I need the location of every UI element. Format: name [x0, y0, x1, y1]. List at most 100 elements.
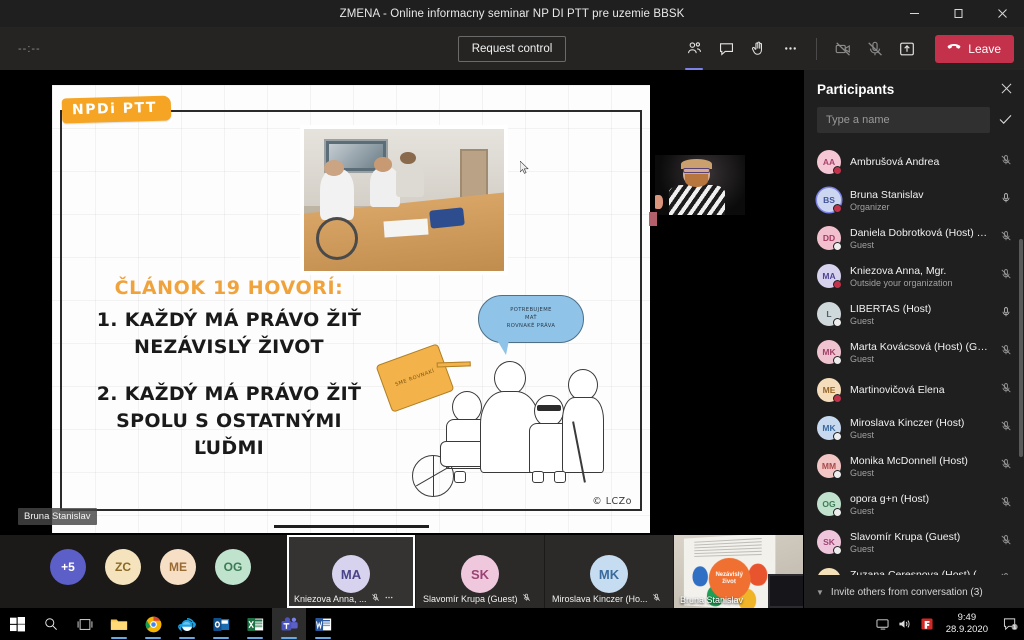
- more-options-icon[interactable]: [774, 33, 806, 65]
- filmstrip-tile-slavomir-krupa[interactable]: SK Slavomír Krupa (Guest): [416, 535, 544, 608]
- presence-badge: [833, 508, 842, 517]
- more-options-icon[interactable]: [384, 593, 394, 604]
- taskbar-clock[interactable]: 9:49 28.9.2020: [938, 612, 996, 636]
- check-icon[interactable]: [998, 113, 1012, 128]
- participants-list[interactable]: AA Ambrušová Andrea BS Bruna Stanislav O: [804, 143, 1024, 575]
- mic-off-icon[interactable]: [998, 343, 1014, 361]
- filmstrip-avatar-zc[interactable]: ZC: [105, 549, 141, 585]
- participant-role: Organizer: [850, 201, 890, 212]
- mic-on-icon[interactable]: [998, 191, 1014, 209]
- raise-hand-icon[interactable]: [742, 33, 774, 65]
- outlook-icon[interactable]: [204, 608, 238, 640]
- slide-progress-bar[interactable]: [274, 525, 429, 528]
- participant-row[interactable]: AA Ambrušová Andrea: [804, 143, 1024, 181]
- participant-row[interactable]: L LIBERTAS (Host) Guest: [804, 295, 1024, 333]
- participants-icon[interactable]: [678, 33, 710, 70]
- mic-off-icon[interactable]: [998, 153, 1014, 171]
- presenter-name-label: Bruna Stanislav: [18, 508, 97, 525]
- participant-role: Guest: [850, 467, 875, 478]
- participant-name: Bruna Stanislav: [850, 188, 924, 201]
- leave-button[interactable]: Leave: [935, 34, 1014, 63]
- panel-title: Participants: [817, 82, 895, 97]
- filmstrip-avatar-og[interactable]: OG: [215, 549, 251, 585]
- filmstrip-tiles: MA Kniezova Anna, ... SK Slavomír Krupa …: [287, 535, 810, 608]
- shared-slide[interactable]: NPDi PTT ČLÁNOK 19 HOVORÍ: 1. KAŽDÝ MÁ P…: [52, 85, 650, 533]
- avatar-initials: MA: [822, 271, 836, 281]
- minimize-button[interactable]: [892, 0, 936, 27]
- task-view-icon[interactable]: [68, 608, 102, 640]
- slide-line-3: 2. KAŽDÝ MÁ PRÁVO ŽIŤ: [96, 382, 362, 405]
- participant-row[interactable]: MM Monika McDonnell (Host) Guest: [804, 447, 1024, 485]
- mic-off-icon[interactable]: [998, 419, 1014, 437]
- chevron-down-icon: ▼: [816, 588, 824, 597]
- avatar: ZC: [817, 568, 841, 575]
- excel-icon[interactable]: [238, 608, 272, 640]
- mic-off-icon[interactable]: [998, 381, 1014, 399]
- avatar-initials: MK: [822, 347, 836, 357]
- participant-name: opora g+n (Host): [850, 492, 930, 505]
- participant-row[interactable]: OG opora g+n (Host) Guest: [804, 485, 1024, 523]
- participant-row[interactable]: MK Miroslava Kinczer (Host) Guest: [804, 409, 1024, 447]
- presence-badge: [833, 166, 842, 175]
- invite-others-row[interactable]: ▼ Invite others from conversation (3): [804, 587, 1024, 598]
- filmstrip-tile-bruna-stanislav-video[interactable]: Nezávislý život Bruna Stanislav: [674, 535, 810, 608]
- participant-row[interactable]: MK Marta Kovácsová (Host) (Guest) Guest: [804, 333, 1024, 371]
- participant-row[interactable]: SK Slavomír Krupa (Guest) Guest: [804, 523, 1024, 561]
- participant-row[interactable]: ZC Zuzana Ceresnova (Host) (Gu... Guest: [804, 561, 1024, 575]
- presence-badge: [833, 546, 842, 555]
- monitor-icon[interactable]: [872, 608, 894, 640]
- bubble-line-3: ROVNAKÉ PRÁVA: [506, 322, 556, 329]
- avatar: SK: [817, 530, 842, 555]
- toolbar-divider: [816, 37, 818, 60]
- maximize-button[interactable]: [936, 0, 980, 27]
- mic-off-icon[interactable]: [998, 267, 1014, 285]
- sign-handle: [436, 361, 471, 368]
- hangup-icon: [946, 39, 962, 58]
- mic-off-icon[interactable]: [998, 457, 1014, 475]
- close-icon[interactable]: [1001, 82, 1012, 97]
- mic-off-icon[interactable]: [998, 571, 1014, 575]
- avatar-initials: DD: [822, 233, 836, 243]
- camera-off-icon[interactable]: [827, 33, 859, 65]
- tile-nameplate: Slavomír Krupa (Guest): [423, 593, 531, 604]
- tile-avatar: SK: [461, 555, 499, 593]
- volume-icon[interactable]: [894, 608, 916, 640]
- search-icon[interactable]: [34, 608, 68, 640]
- filmstrip-overflow-badge[interactable]: +5: [50, 549, 86, 585]
- chat-icon[interactable]: [710, 33, 742, 65]
- participant-row[interactable]: MA Kniezova Anna, Mgr. Outside your orga…: [804, 257, 1024, 295]
- taskbar-icons: [0, 608, 340, 640]
- participant-row[interactable]: DD Daniela Dobrotková (Host) (G... Guest: [804, 219, 1024, 257]
- mic-off-icon[interactable]: [998, 495, 1014, 513]
- chrome-icon[interactable]: [136, 608, 170, 640]
- mic-off-icon[interactable]: [859, 33, 891, 65]
- mic-off-icon[interactable]: [998, 229, 1014, 247]
- file-explorer-icon[interactable]: [102, 608, 136, 640]
- avatar-initials: MK: [822, 423, 836, 433]
- filmstrip-tile-miroslava-kinczer[interactable]: MK Miroslava Kinczer (Ho...: [545, 535, 673, 608]
- notifications-icon[interactable]: 1: [996, 608, 1024, 640]
- flash-icon[interactable]: [916, 608, 938, 640]
- mic-off-icon[interactable]: [998, 533, 1014, 551]
- slide-line-5: ĽUĎMI: [193, 436, 265, 459]
- share-screen-icon[interactable]: [891, 33, 923, 65]
- search-input[interactable]: [817, 107, 990, 133]
- presence-badge: [833, 204, 842, 213]
- panel-scrollbar[interactable]: [1019, 239, 1023, 457]
- poster-line-2: život: [722, 578, 736, 586]
- figure2-head: [494, 361, 526, 395]
- word-icon[interactable]: [306, 608, 340, 640]
- participant-row[interactable]: BS Bruna Stanislav Organizer: [804, 181, 1024, 219]
- request-control-button[interactable]: Request control: [457, 35, 567, 62]
- windows-start-icon[interactable]: [0, 608, 34, 640]
- internet-explorer-icon[interactable]: [170, 608, 204, 640]
- filmstrip-tile-kniezova-anna[interactable]: MA Kniezova Anna, ...: [287, 535, 415, 608]
- participant-role: Outside your organization: [850, 277, 953, 288]
- self-video-tile[interactable]: [655, 155, 745, 215]
- mic-on-icon[interactable]: [998, 305, 1014, 323]
- filmstrip-avatar-me[interactable]: ME: [160, 549, 196, 585]
- participant-info: Monika McDonnell (Host) Guest: [850, 455, 989, 478]
- teams-icon[interactable]: [272, 608, 306, 640]
- close-button[interactable]: [980, 0, 1024, 27]
- participant-row[interactable]: ME Martinovičová Elena: [804, 371, 1024, 409]
